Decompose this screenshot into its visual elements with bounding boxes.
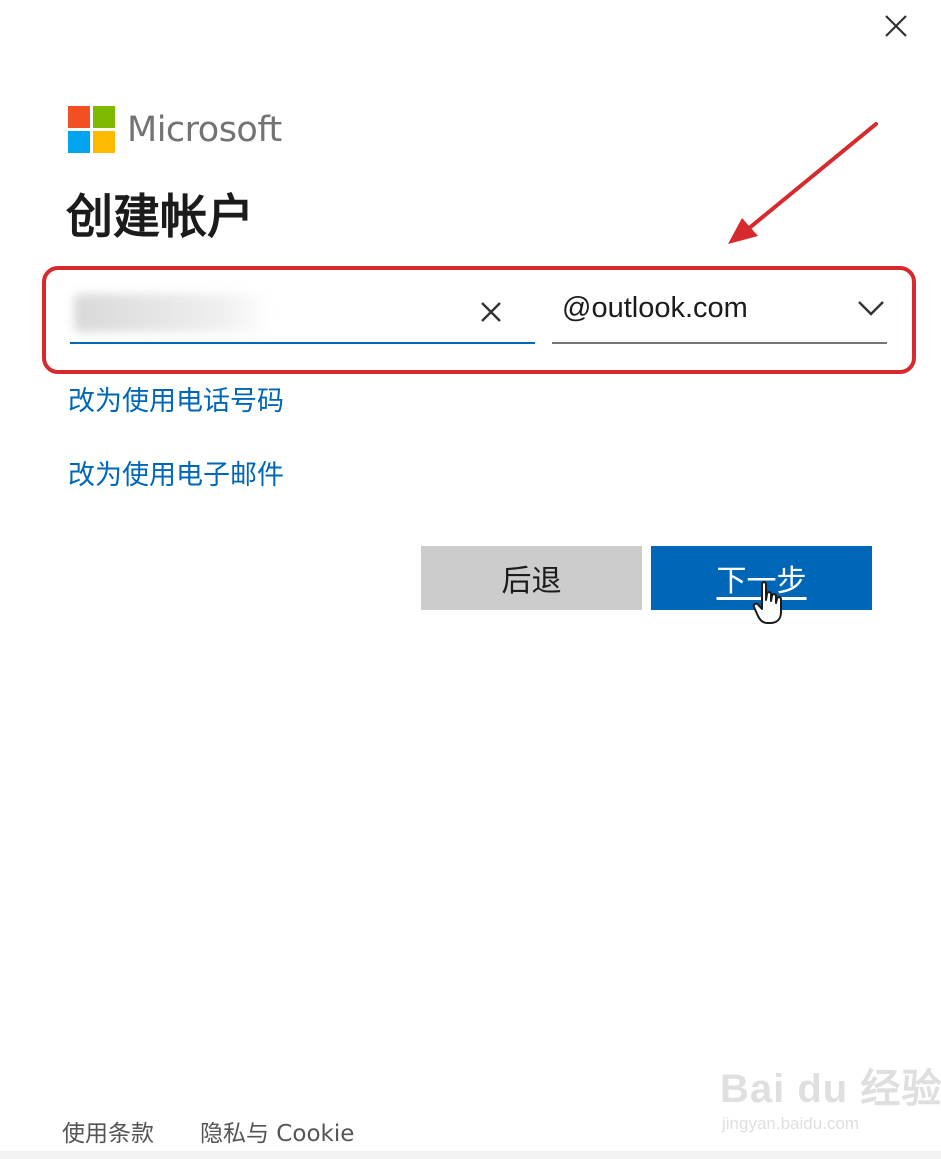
email-input[interactable] xyxy=(72,282,466,342)
microsoft-logo: Microsoft xyxy=(68,106,282,153)
chevron-down-icon xyxy=(855,292,887,324)
bottom-divider xyxy=(0,1151,941,1159)
page-title: 创建帐户 xyxy=(66,190,254,245)
terms-of-use-link[interactable]: 使用条款 xyxy=(62,1118,154,1150)
email-field xyxy=(70,282,535,344)
baidu-watermark: Bai du 经验 jingyan.baidu.com xyxy=(720,1056,941,1142)
domain-selected-value: @outlook.com xyxy=(562,292,748,324)
domain-select[interactable]: @outlook.com xyxy=(552,282,887,344)
use-phone-link[interactable]: 改为使用电话号码 xyxy=(68,384,284,420)
logo-wordmark: Microsoft xyxy=(127,109,282,150)
back-button[interactable]: 后退 xyxy=(421,546,642,610)
microsoft-logo-icon xyxy=(68,106,115,153)
close-icon xyxy=(885,15,907,37)
hand-cursor-icon xyxy=(752,581,782,624)
clear-x-icon xyxy=(481,302,501,322)
clear-input-button[interactable] xyxy=(473,294,509,330)
privacy-cookie-link[interactable]: 隐私与 Cookie xyxy=(200,1118,354,1150)
watermark-main: Bai du 经验 xyxy=(720,1067,941,1111)
annotation-arrow-icon xyxy=(728,122,878,244)
close-button[interactable] xyxy=(872,6,920,46)
use-email-link[interactable]: 改为使用电子邮件 xyxy=(68,458,284,494)
watermark-sub: jingyan.baidu.com xyxy=(722,1114,860,1133)
